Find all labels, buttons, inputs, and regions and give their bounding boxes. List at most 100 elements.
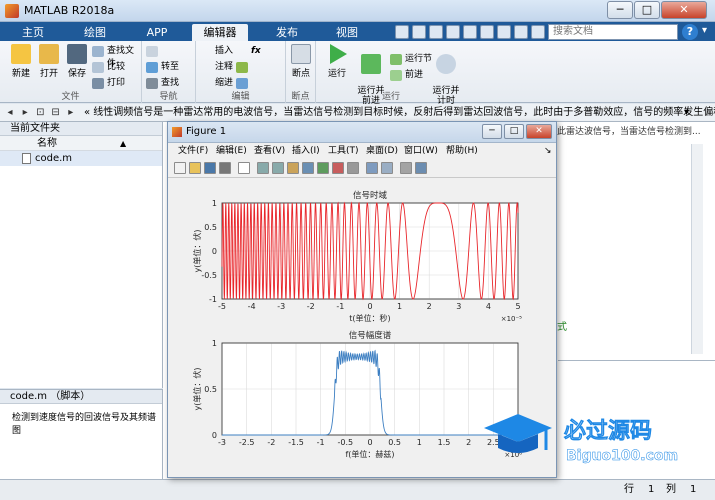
ribbon-group-breakpoints: 断点 断点 (286, 41, 316, 103)
menu-view[interactable]: 查看(V) (254, 143, 285, 160)
maximize-button[interactable]: □ (634, 1, 660, 19)
ribbon-group-run: 运行 运行并 前进 运行节 前进 运行并 计时 运行 (316, 41, 466, 106)
colorbar-icon[interactable] (366, 162, 378, 174)
path-arrow-icon[interactable]: ▸ (65, 104, 77, 121)
hide-plot-tools-icon[interactable] (400, 162, 412, 174)
current-folder-title: 当前文件夹 (0, 122, 162, 136)
forward-arrow-icon[interactable]: ▸ (19, 104, 31, 121)
quick-access-menu-icon[interactable] (531, 25, 545, 39)
spectrum-xlabel: f(单位：赫兹) (345, 449, 394, 459)
back-arrow-icon[interactable]: ◂ (4, 104, 16, 121)
run-section-button[interactable]: 运行节 (390, 53, 432, 66)
undo-quick-icon[interactable] (463, 25, 477, 39)
tab-apps[interactable]: APP (134, 24, 180, 41)
spectrum-x-tick-label: -2 (267, 438, 275, 447)
current-folder-panel: 当前文件夹 名称 ▲ code.m (0, 122, 163, 388)
mortarboard-icon (484, 414, 552, 442)
menu-file[interactable]: 文件(F) (178, 143, 208, 160)
comment-label: 注释 (215, 62, 234, 72)
time-domain-title: 信号时域 (353, 190, 388, 201)
insert-button[interactable]: 插入 (200, 45, 233, 58)
run-button[interactable]: 运行 (320, 44, 354, 79)
show-plot-tools-icon[interactable] (415, 162, 427, 174)
figure-close-button[interactable]: ✕ (526, 124, 552, 139)
menu-window[interactable]: 窗口(W) (404, 143, 438, 160)
time-domain-x-tick-label: -4 (248, 302, 256, 311)
find-icon (146, 78, 158, 89)
editor-scrollbar[interactable] (691, 144, 703, 354)
spectrum-y-tick-label: 0 (212, 431, 217, 440)
close-button[interactable]: ✕ (661, 1, 707, 19)
menu-help[interactable]: 帮助(H) (446, 143, 478, 160)
spectrum-x-tick-label: 2 (466, 438, 471, 447)
collapse-ribbon-icon[interactable]: ▾ (702, 25, 712, 39)
paste-quick-icon[interactable] (446, 25, 460, 39)
zoom-in-icon[interactable] (257, 162, 269, 174)
time-domain-y-tick-label: -0.5 (201, 271, 217, 280)
watermark-brand: 必过源码 (564, 418, 652, 444)
menu-tools[interactable]: 工具(T) (328, 143, 359, 160)
list-item[interactable]: code.m (0, 151, 162, 166)
advance-button[interactable]: 前进 (390, 69, 423, 82)
help-quick-icon[interactable] (514, 25, 528, 39)
zoom-out-icon[interactable] (272, 162, 284, 174)
minimize-button[interactable]: ─ (607, 1, 633, 19)
goto-label: 转至 (161, 62, 180, 72)
tab-home[interactable]: 主页 (10, 24, 56, 41)
comment-button[interactable]: 注释 (200, 61, 233, 74)
search-documentation-input[interactable]: 搜索文档 (548, 24, 678, 40)
menu-insert[interactable]: 插入(I) (292, 143, 320, 160)
breakpoints-button[interactable]: 断点 (284, 44, 318, 79)
legend-icon[interactable] (381, 162, 393, 174)
tab-plots[interactable]: 绘图 (70, 24, 120, 41)
figure-maximize-button[interactable]: □ (504, 124, 524, 139)
rotate-icon[interactable] (302, 162, 314, 174)
time-domain-y-tick-label: 0 (212, 247, 217, 256)
brush-icon[interactable] (332, 162, 344, 174)
time-domain-x-tick-label: 4 (486, 302, 491, 311)
time-domain-x-tick-label: -2 (307, 302, 315, 311)
up-folder-icon[interactable]: ⊡ (34, 104, 46, 121)
new-figure-icon[interactable] (174, 162, 186, 174)
save-icon[interactable] (204, 162, 216, 174)
ribbon-group-navigate: 转至 查找 导航 (142, 41, 196, 103)
time-domain-y-tick-label: 0.5 (204, 223, 217, 232)
save-quick-icon[interactable] (395, 25, 409, 39)
pan-icon[interactable] (287, 162, 299, 174)
tab-view[interactable]: 视图 (322, 24, 372, 41)
pointer-icon[interactable] (238, 162, 250, 174)
time-domain-x-tick-label: 2 (427, 302, 432, 311)
navigate-group-label: 导航 (159, 92, 178, 102)
open-icon[interactable] (189, 162, 201, 174)
tab-publish[interactable]: 发布 (262, 24, 312, 41)
figure-minimize-button[interactable]: ─ (482, 124, 502, 139)
print-icon[interactable] (219, 162, 231, 174)
menu-desktop[interactable]: 桌面(D) (366, 143, 398, 160)
help-icon[interactable]: ? (682, 24, 698, 40)
cut-quick-icon[interactable] (412, 25, 426, 39)
comment-tools-button[interactable] (236, 61, 276, 74)
spectrum-x-tick-label: 0 (367, 438, 372, 447)
copy-quick-icon[interactable] (429, 25, 443, 39)
insert-label: 插入 (215, 46, 234, 56)
link-icon[interactable] (347, 162, 359, 174)
menu-dock-icon[interactable]: ↘ (544, 143, 552, 160)
back-forward-button[interactable] (146, 45, 176, 58)
goto-button[interactable]: 转至 (146, 61, 179, 74)
sort-icon[interactable]: ▲ (120, 136, 126, 151)
browse-folder-icon[interactable]: ⊟ (50, 104, 62, 121)
compare-button[interactable]: 比较 (92, 61, 125, 74)
switch-windows-icon[interactable] (497, 25, 511, 39)
name-column-header[interactable]: 名称 ▲ (0, 136, 162, 151)
tab-editor[interactable]: 编辑器 (192, 24, 248, 41)
datatip-icon[interactable] (317, 162, 329, 174)
redo-quick-icon[interactable] (480, 25, 494, 39)
find-files-button[interactable]: 查找文件 (92, 45, 141, 69)
fx-button[interactable]: fx (236, 45, 261, 58)
save-button[interactable]: 保存 (60, 44, 94, 79)
address-path[interactable]: « 线性调频信号是一种雷达常用的电波信号，当雷达信号检测到目标时候，反射后得到雷… (84, 104, 715, 121)
menu-edit[interactable]: 编辑(E) (216, 143, 247, 160)
advance-icon (390, 70, 402, 81)
current-folder-address-bar: ◂ ▸ ⊡ ⊟ ▸ « 线性调频信号是一种雷达常用的电波信号，当雷达信号检测到目… (0, 104, 715, 122)
address-dropdown-icon[interactable]: ▾ (684, 104, 689, 121)
